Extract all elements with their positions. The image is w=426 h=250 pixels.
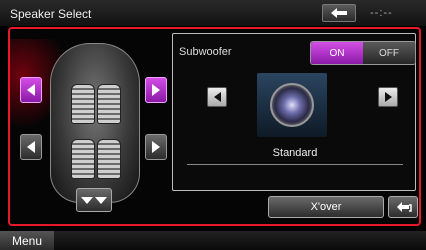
subwoofer-settings-panel: Subwoofer ON OFF Standard	[172, 33, 416, 191]
speaker-down-icon	[81, 196, 93, 204]
speaker-icon	[27, 141, 35, 153]
speaker-select-panel: Subwoofer ON OFF Standard X'over	[8, 27, 421, 226]
seat-icon	[71, 84, 95, 124]
speaker-icon	[152, 84, 160, 96]
right-arrow-icon	[384, 92, 392, 102]
divider	[187, 164, 403, 165]
subwoofer-label: Subwoofer	[179, 46, 232, 58]
page-title: Speaker Select	[10, 7, 92, 21]
back-button[interactable]	[322, 4, 356, 22]
header-bar: Speaker Select --:--	[0, 0, 426, 26]
speaker-icon	[152, 141, 160, 153]
seat-icon	[97, 84, 121, 124]
xover-button[interactable]: X'over	[268, 196, 384, 218]
subwoofer-on-button[interactable]: ON	[311, 42, 363, 64]
return-icon	[397, 202, 412, 212]
speaker-type-label: Standard	[272, 147, 318, 159]
rear-right-speaker-button[interactable]	[145, 134, 167, 160]
speaker-down-icon	[95, 196, 107, 204]
speaker-icon	[27, 84, 35, 96]
front-left-speaker-button[interactable]	[20, 77, 42, 103]
subwoofer-speaker-button[interactable]	[76, 188, 112, 212]
speaker-cone-icon	[270, 83, 314, 127]
next-type-button[interactable]	[378, 87, 398, 107]
rear-left-speaker-button[interactable]	[20, 134, 42, 160]
back-arrow-icon	[331, 8, 347, 18]
subwoofer-off-button[interactable]: OFF	[363, 42, 415, 64]
seat-icon	[71, 139, 95, 179]
menu-button[interactable]: Menu	[0, 231, 54, 250]
footer-bar: Menu	[0, 231, 426, 250]
subwoofer-toggle[interactable]: ON OFF	[310, 41, 416, 65]
seat-icon	[97, 139, 121, 179]
status-text: --:--	[370, 7, 393, 19]
left-arrow-icon	[213, 92, 221, 102]
speaker-image	[257, 73, 327, 137]
return-button[interactable]	[388, 196, 418, 218]
previous-type-button[interactable]	[207, 87, 227, 107]
front-right-speaker-button[interactable]	[145, 77, 167, 103]
car-seat-graphic	[50, 43, 140, 203]
